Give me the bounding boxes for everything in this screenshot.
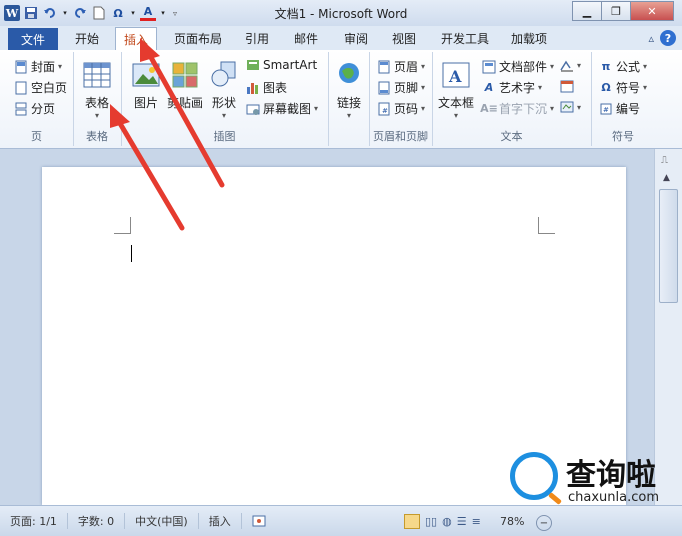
annotation-arrows [110, 38, 225, 231]
arrow-to-insert-tab [140, 38, 225, 188]
arrow-to-table-button [110, 104, 185, 231]
